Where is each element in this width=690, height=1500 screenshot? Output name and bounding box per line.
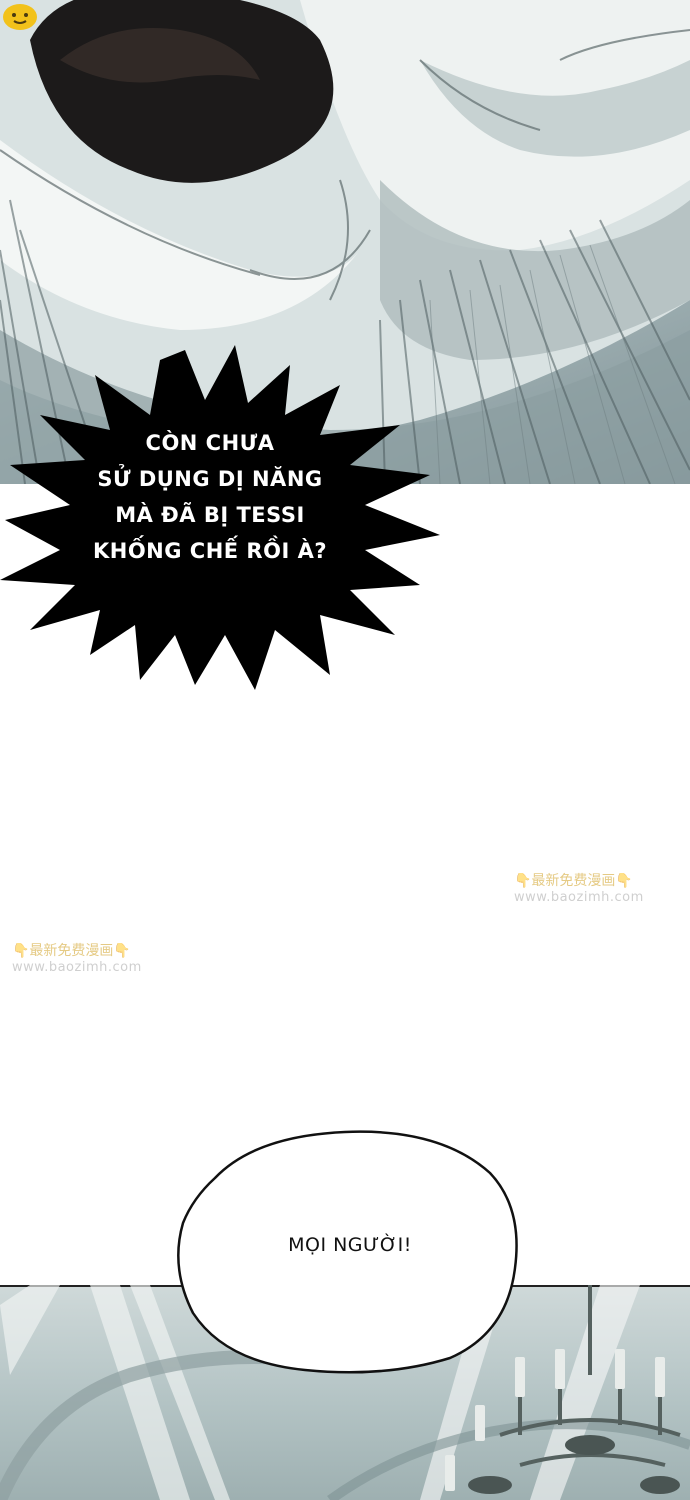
comic-page: CÒN CHƯA SỬ DỤNG DỊ NĂNG MÀ ĐÃ BỊ TESSI … [0, 0, 690, 1500]
watermark-line: 👇最新免费漫画👇 [514, 873, 633, 889]
burst-line: KHỐNG CHẾ RỒI À? [92, 539, 328, 563]
burst-speech-text: CÒN CHƯA SỬ DỤNG DỊ NĂNG MÀ ĐÃ BỊ TESSI … [40, 425, 380, 569]
watermark-line: 👇最新免费漫画👇 [12, 943, 131, 959]
burst-speech-bubble: CÒN CHƯA SỬ DỤNG DỊ NĂNG MÀ ĐÃ BỊ TESSI … [0, 345, 440, 690]
speech-bubble: MỌI NGƯỜI! [175, 1118, 525, 1380]
burst-line: CÒN CHƯA [145, 431, 275, 455]
burst-line: MÀ ĐÃ BỊ TESSI [115, 503, 305, 527]
site-logo-icon [3, 4, 37, 30]
watermark-url: www.baozimh.com [12, 960, 142, 975]
watermark-url: www.baozimh.com [514, 890, 644, 905]
burst-line: SỬ DỤNG DỊ NĂNG [97, 467, 323, 491]
watermark: 👇最新免费漫画👇 www.baozimh.com [12, 940, 142, 975]
speech-bubble-text: MỌI NGƯỜI! [288, 1234, 412, 1256]
watermark: 👇最新免费漫画👇 www.baozimh.com [514, 870, 644, 905]
